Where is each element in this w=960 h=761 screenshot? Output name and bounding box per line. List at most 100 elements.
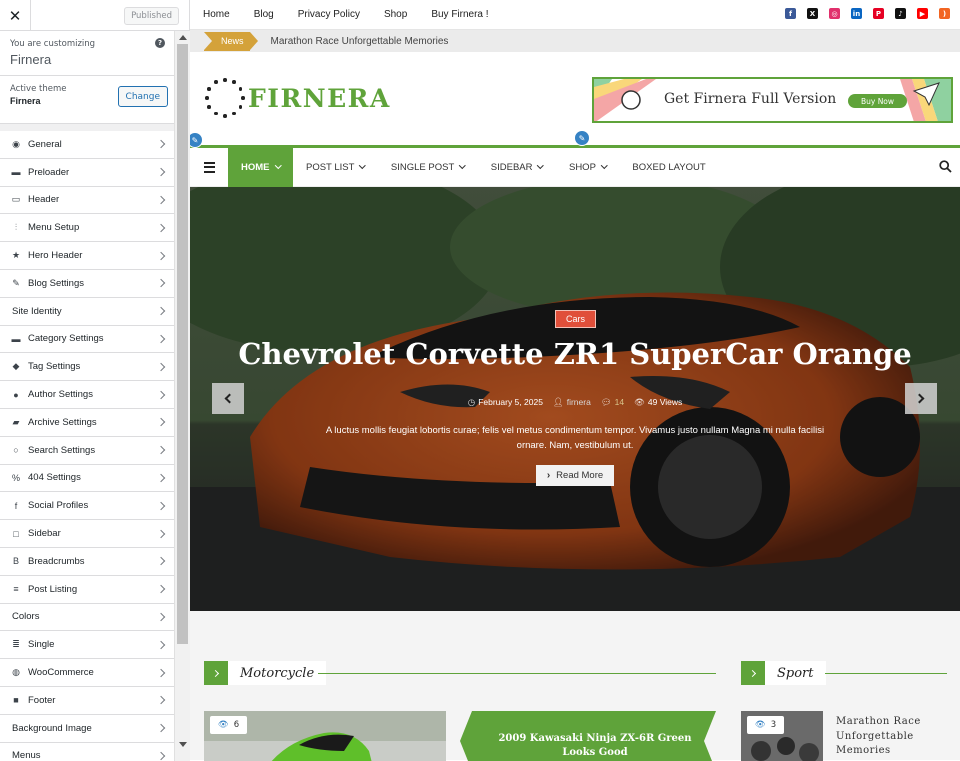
x-icon[interactable]: X — [807, 8, 818, 19]
nav-item-post-list[interactable]: POST LIST — [293, 148, 378, 187]
scrollbar-thumb[interactable] — [177, 44, 188, 644]
section-search-settings[interactable]: ○ Search Settings — [0, 436, 174, 465]
section-blog-settings[interactable]: ✎ Blog Settings — [0, 269, 174, 298]
nav-item-shop[interactable]: SHOP — [556, 148, 619, 187]
woo-icon: ◍ — [12, 667, 20, 678]
linkedin-icon[interactable]: in — [851, 8, 862, 19]
top-link-shop[interactable]: Shop — [384, 9, 407, 20]
section-author-settings[interactable]: ● Author Settings — [0, 381, 174, 409]
nav-item-sidebar[interactable]: SIDEBAR — [478, 148, 556, 187]
section-post-listing[interactable]: ≡ Post Listing — [0, 575, 174, 604]
section-title-sport[interactable]: Sport — [765, 661, 826, 685]
scroll-down-arrow-icon[interactable] — [179, 742, 187, 747]
read-more-button[interactable]: › Read More — [536, 465, 614, 486]
customizer-scrollbar[interactable] — [174, 31, 190, 761]
section-menu-setup[interactable]: ⫶ Menu Setup — [0, 214, 174, 243]
section-label: Background Image — [12, 722, 92, 734]
section-archive-settings[interactable]: ▰ Archive Settings — [0, 408, 174, 437]
edit-logo-pencil-icon[interactable]: ✎ — [190, 132, 203, 148]
site-logo[interactable]: FIRNERA — [204, 77, 391, 119]
section-preloader[interactable]: ▬ Preloader — [0, 158, 174, 187]
sliders-icon: ⫶ — [14, 222, 18, 233]
pinterest-icon[interactable]: P — [873, 8, 884, 19]
search-icon[interactable] — [939, 160, 952, 173]
featured-post-title[interactable]: 2009 Kawasaki Ninja ZX-6R Green Looks Go… — [490, 732, 700, 760]
section-label: General — [28, 138, 62, 150]
post-card-motorcycle[interactable]: 👁︎ 6 — [204, 711, 446, 761]
slider-next-button[interactable] — [905, 383, 937, 414]
chevron-right-icon — [914, 393, 925, 404]
section-social-profiles[interactable]: f Social Profiles — [0, 492, 174, 521]
section-menus[interactable]: Menus — [0, 742, 174, 761]
post-author-text: firnera — [566, 397, 591, 407]
section-tag-settings[interactable]: ◆ Tag Settings — [0, 353, 174, 382]
post-author[interactable]: 👤︎ firnera — [553, 397, 591, 408]
nav-item-boxed-layout[interactable]: BOXED LAYOUT — [619, 148, 718, 187]
section-divider — [825, 673, 947, 674]
section-label: Hero Header — [28, 250, 83, 262]
chevron-right-icon: › — [546, 470, 551, 481]
top-link-blog[interactable]: Blog — [254, 9, 274, 20]
close-icon[interactable]: ✕ — [0, 0, 31, 31]
star-icon: ★ — [11, 250, 21, 261]
section-footer[interactable]: ■ Footer — [0, 686, 174, 715]
change-theme-button[interactable]: Change — [117, 86, 168, 107]
chevron-right-icon — [156, 612, 166, 622]
news-label: News — [204, 31, 257, 51]
active-theme-box: Active theme Firnera Change — [0, 76, 174, 124]
instagram-icon[interactable]: ◎ — [829, 8, 840, 19]
section-background-image[interactable]: Background Image — [0, 714, 174, 743]
hero-meta: ◷ February 5, 2025 👤︎ firnera 💬︎ 14 👁︎ 49 Vi… — [190, 397, 960, 408]
top-link-home[interactable]: Home — [203, 9, 230, 20]
section-label: Blog Settings — [28, 277, 84, 289]
section-general[interactable]: ◉ General — [0, 131, 174, 159]
hamburger-menu-icon[interactable] — [190, 148, 228, 187]
sport-post-title-text: Marathon Race Unforgettable Memories — [836, 716, 921, 756]
hero-title[interactable]: Chevrolet Corvette ZR1 SuperCar Orange — [190, 337, 960, 371]
chevron-right-icon — [156, 223, 166, 233]
post-comments[interactable]: 💬︎ 14 — [601, 397, 624, 408]
section-category-settings[interactable]: ▬ Category Settings — [0, 325, 174, 354]
section-breadcrumbs[interactable]: B Breadcrumbs — [0, 547, 174, 576]
post-card-sport[interactable]: 👁︎ 3 — [741, 711, 823, 761]
section-title-motorcycle[interactable]: Motorcycle — [228, 661, 327, 685]
sport-post-title[interactable]: Marathon Race Unforgettable Memories — [836, 715, 931, 759]
youtube-icon[interactable]: ▶ — [917, 8, 928, 19]
section-site-identity[interactable]: Site Identity — [0, 297, 174, 326]
user-icon: ● — [13, 389, 19, 400]
section-label: Social Profiles — [28, 500, 89, 512]
promo-banner[interactable]: Get Firnera Full Version Buy Now — [592, 77, 953, 123]
section-sidebar[interactable]: □ Sidebar — [0, 520, 174, 548]
post-date: ◷ February 5, 2025 — [468, 397, 543, 408]
nav-item-home[interactable]: HOME — [228, 147, 293, 187]
section-header[interactable]: ▭ Header — [0, 186, 174, 215]
chevron-right-icon — [156, 418, 166, 427]
tiktok-icon[interactable]: ♪ — [895, 8, 906, 19]
promo-buy-button[interactable]: Buy Now — [848, 94, 907, 108]
header-brand-row: ✎ FIRNERA ✎ Get Firnera Full Version Buy… — [190, 52, 960, 148]
section-single[interactable]: ≣ Single — [0, 631, 174, 660]
section-404-settings[interactable]: % 404 Settings — [0, 464, 174, 493]
section-label: Colors — [12, 611, 40, 623]
section-woocommerce[interactable]: ◍ WooCommerce — [0, 659, 174, 687]
top-link-buy[interactable]: Buy Firnera ! — [431, 9, 488, 20]
scroll-up-arrow-icon[interactable] — [179, 35, 187, 40]
rss-icon[interactable]: ) — [939, 8, 950, 19]
section-label: Search Settings — [28, 444, 96, 456]
edit-banner-pencil-icon[interactable]: ✎ — [574, 130, 590, 146]
top-link-privacy[interactable]: Privacy Policy — [298, 9, 360, 20]
facebook-icon[interactable]: f — [785, 8, 796, 19]
section-hero-header[interactable]: ★ Hero Header — [0, 242, 174, 270]
news-ticker-text[interactable]: Marathon Race Unforgettable Memories — [271, 36, 449, 47]
section-label: Author Settings — [28, 389, 93, 401]
post-card-featured[interactable]: 2009 Kawasaki Ninja ZX-6R Green Looks Go… — [460, 711, 716, 761]
nav-item-single-post[interactable]: SINGLE POST — [378, 148, 478, 187]
section-arrow-icon — [204, 661, 228, 685]
logo-dots-icon — [204, 77, 246, 119]
published-button[interactable]: Published — [124, 7, 179, 25]
section-colors[interactable]: Colors — [0, 603, 174, 632]
help-icon[interactable]: ? — [155, 38, 165, 48]
slider-prev-button[interactable] — [212, 383, 244, 414]
section-label: Single — [28, 639, 55, 651]
category-badge[interactable]: Cars — [555, 310, 597, 328]
